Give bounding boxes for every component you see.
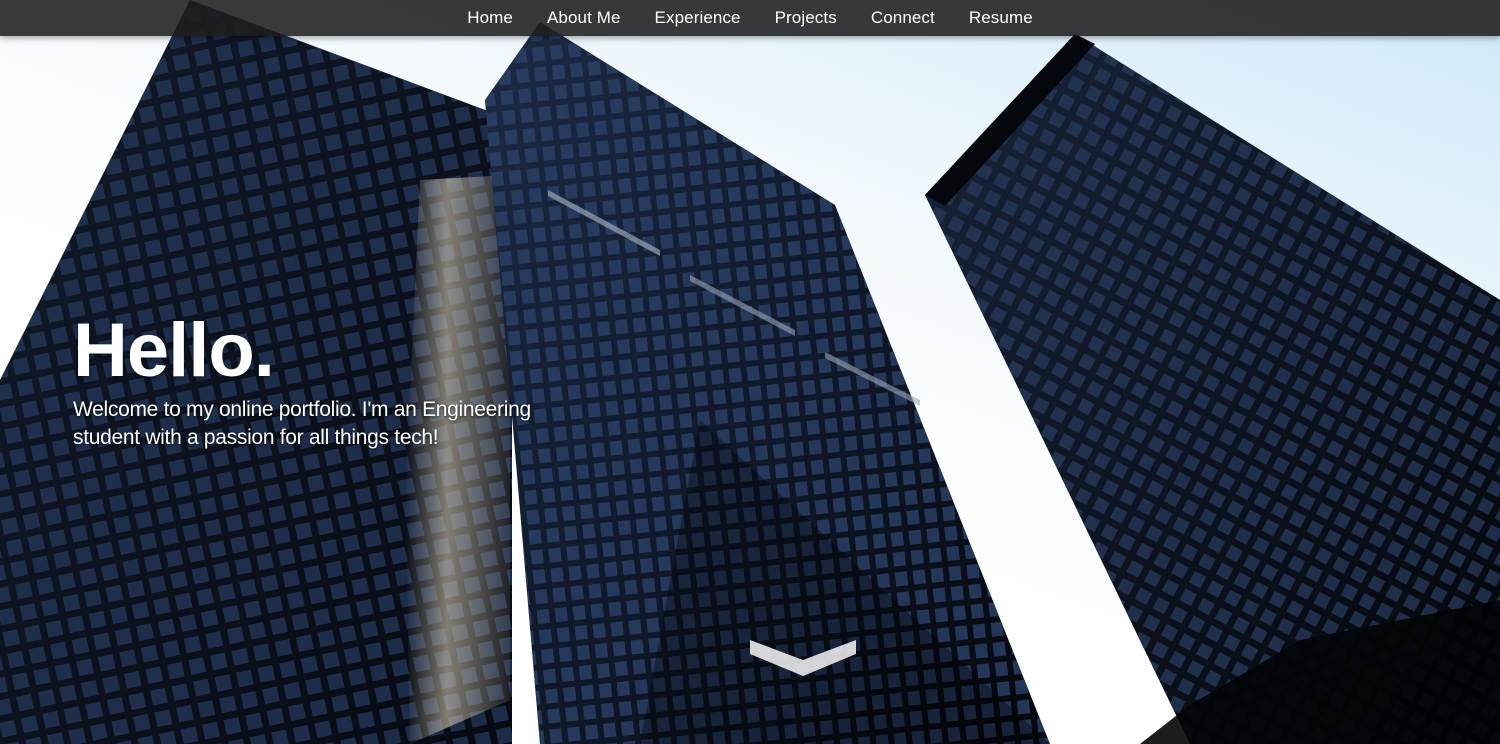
hero-section: Home About Me Experience Projects Connec… [0, 0, 1500, 744]
nav-connect-link[interactable]: Connect [871, 8, 935, 28]
chevron-down-icon [750, 640, 856, 676]
nav-home-link[interactable]: Home [467, 8, 513, 28]
nav-resume-link[interactable]: Resume [969, 8, 1033, 28]
hero-tagline-line-1: Welcome to my online portfolio. I'm an E… [73, 398, 531, 421]
nav-experience-link[interactable]: Experience [655, 8, 741, 28]
intro-block: Hello. Welcome to my online portfolio. I… [73, 308, 593, 452]
nav-about-me-link[interactable]: About Me [547, 8, 621, 28]
hero-tagline-line-2: student with a passion for all things te… [73, 426, 439, 449]
nav-projects-link[interactable]: Projects [775, 8, 837, 28]
hero-greeting: Hello. [73, 308, 275, 393]
top-navbar: Home About Me Experience Projects Connec… [0, 0, 1500, 36]
hero-tagline: Welcome to my online portfolio. I'm an E… [73, 396, 593, 452]
scroll-down-button[interactable] [748, 636, 858, 680]
